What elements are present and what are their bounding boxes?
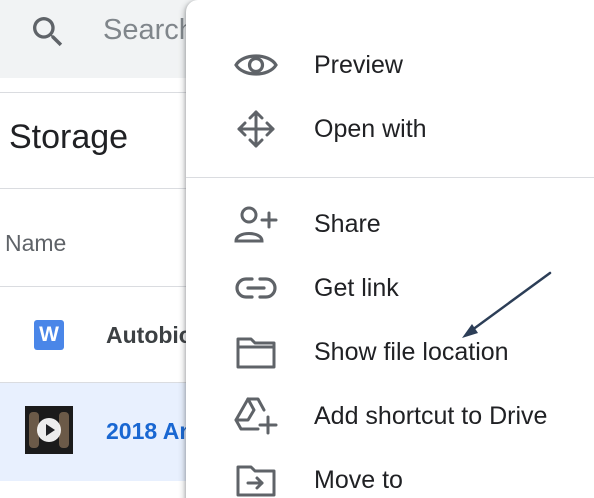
folder-icon	[236, 337, 276, 369]
menu-item-label: Share	[314, 210, 381, 238]
page-title: Storage	[9, 118, 129, 156]
eye-icon	[234, 54, 278, 76]
search-icon[interactable]	[28, 12, 68, 52]
menu-item-show-file-location[interactable]: Show file location	[186, 320, 594, 384]
move-to-folder-icon	[236, 465, 276, 497]
drive-window: Storage Name W Autobiography 2018 Annual…	[0, 0, 594, 498]
menu-item-label: Get link	[314, 274, 399, 302]
menu-item-label: Show file location	[314, 338, 509, 366]
video-thumbnail	[25, 406, 73, 454]
word-doc-icon: W	[34, 320, 64, 350]
menu-item-share[interactable]: Share	[186, 192, 594, 256]
move-arrows-icon	[237, 110, 275, 148]
menu-item-open-with[interactable]: Open with	[186, 97, 594, 161]
drive-shortcut-icon	[234, 397, 278, 435]
menu-item-label: Open with	[314, 115, 427, 143]
menu-item-label: Preview	[314, 51, 403, 79]
menu-item-label: Move to	[314, 466, 403, 494]
person-add-icon	[234, 206, 278, 243]
link-icon	[235, 277, 277, 299]
column-header-name[interactable]: Name	[5, 230, 66, 257]
menu-item-move-to[interactable]: Move to	[186, 448, 594, 498]
context-menu: Preview Open with Share Get link Show fi…	[186, 0, 594, 498]
menu-item-preview[interactable]: Preview	[186, 33, 594, 97]
menu-item-get-link[interactable]: Get link	[186, 256, 594, 320]
menu-item-label: Add shortcut to Drive	[314, 402, 548, 430]
play-icon	[37, 418, 61, 442]
menu-item-add-shortcut[interactable]: Add shortcut to Drive	[186, 384, 594, 448]
menu-divider	[186, 177, 594, 178]
